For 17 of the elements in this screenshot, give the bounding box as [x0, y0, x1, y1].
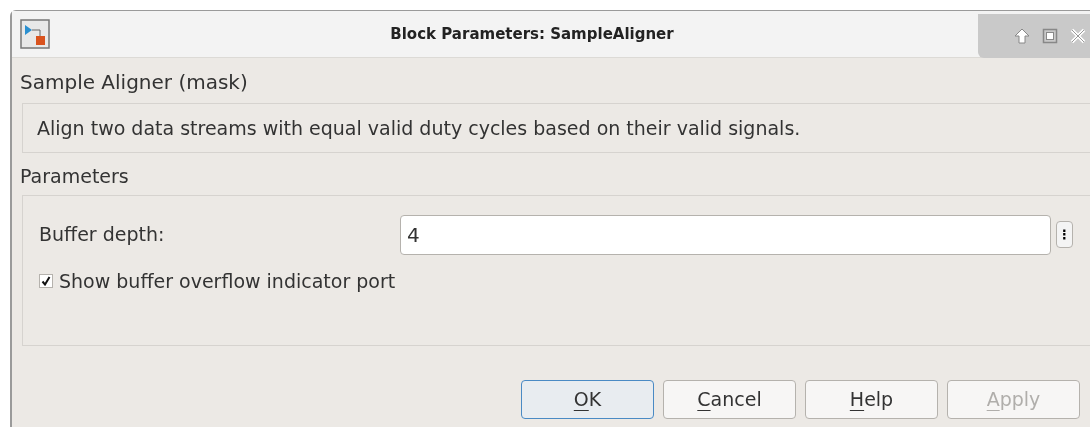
description-text: Align two data streams with equal valid duty cycles based on their valid signals.	[37, 115, 801, 141]
close-icon[interactable]	[1070, 28, 1086, 44]
buffer-depth-field[interactable]: 4	[400, 214, 1051, 255]
maximize-icon[interactable]	[1042, 28, 1058, 44]
block-icon	[20, 19, 50, 49]
check-icon	[41, 276, 51, 287]
up-arrow-icon[interactable]	[1014, 28, 1030, 44]
dialog-button[interactable]: Cancel	[663, 380, 796, 419]
mask-title: Sample Aligner (mask)	[20, 69, 249, 95]
more-options-button[interactable]: ⋮	[1056, 221, 1073, 248]
parameters-heading: Parameters	[20, 164, 130, 189]
dialog-button[interactable]: OK	[521, 380, 654, 419]
field-label: Buffer depth:	[39, 222, 166, 248]
checkbox[interactable]	[39, 274, 53, 289]
dialog-button[interactable]: Help	[805, 380, 938, 419]
window-title: Block Parameters: SampleAligner	[389, 23, 675, 45]
checkbox-label: Show buffer overflow indicator port	[59, 269, 396, 294]
